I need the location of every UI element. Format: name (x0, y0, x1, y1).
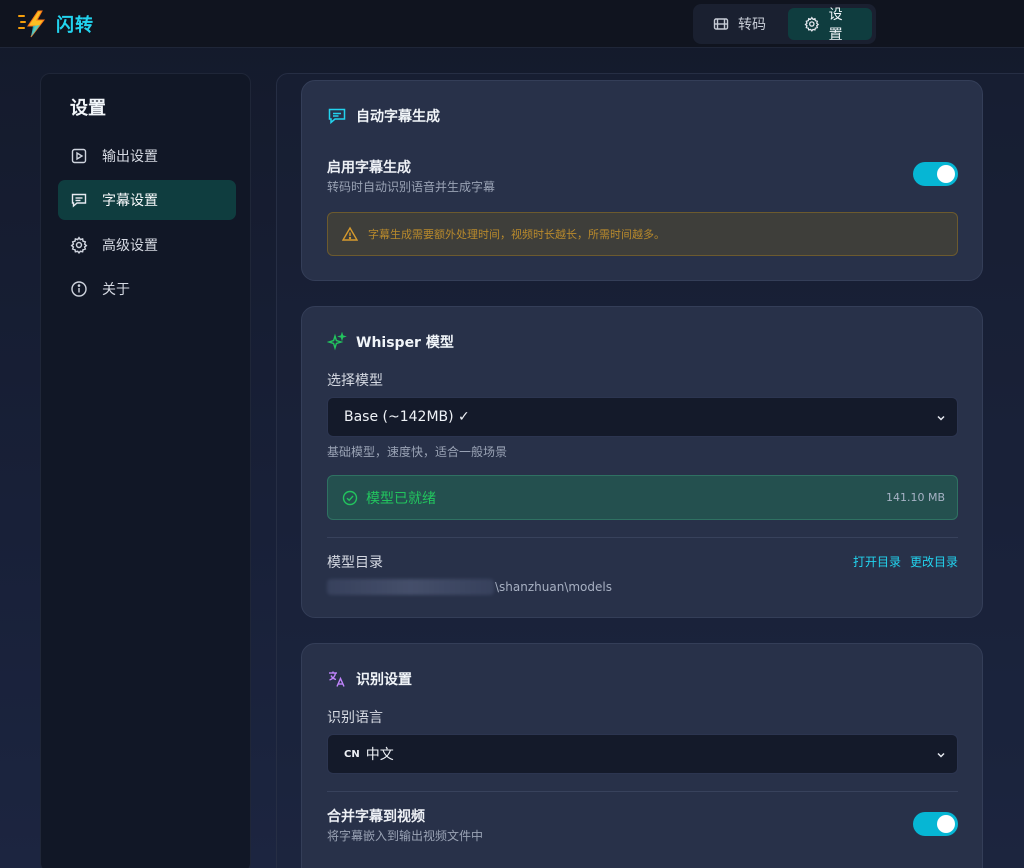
redacted-path-prefix (327, 579, 494, 595)
brand[interactable]: 闪转 (18, 9, 94, 39)
recognition-card-title: 识别设置 (356, 672, 412, 688)
sidebar-item-output[interactable]: 输出设置 (58, 136, 236, 176)
model-dir-label: 模型目录 (327, 555, 383, 571)
settings-sidebar: 设置 输出设置 字幕设置 高级设置 关于 (40, 73, 251, 868)
language-flag: CN (344, 748, 360, 760)
language-select[interactable]: CN 中文 (327, 734, 958, 774)
warning-text: 字幕生成需要额外处理时间，视频时长越长，所需时间越多。 (368, 228, 665, 241)
sidebar-item-advanced-label: 高级设置 (102, 238, 158, 254)
subtitle-card-header: 自动字幕生成 (327, 106, 440, 126)
sidebar-title: 设置 (70, 98, 106, 119)
merge-subtitle-toggle[interactable] (913, 812, 958, 836)
sparkles-icon (327, 332, 347, 351)
translate-icon (329, 671, 345, 687)
film-icon (713, 18, 729, 30)
tab-settings[interactable]: 设置 (787, 7, 872, 43)
app-name: 闪转 (56, 15, 94, 36)
model-size: 141.10 MB (885, 491, 945, 504)
model-dir-path-text: \shanzhuan\models (495, 580, 612, 594)
sidebar-item-advanced[interactable]: 高级设置 (58, 225, 236, 265)
subtitle-warning: 字幕生成需要额外处理时间，视频时长越长，所需时间越多。 (327, 212, 958, 256)
gear-icon (804, 16, 820, 32)
recognition-card-header: 识别设置 (327, 669, 412, 689)
change-dir-link[interactable]: 更改目录 (910, 553, 958, 570)
warning-icon (342, 226, 358, 241)
whisper-card-header: Whisper 模型 (327, 332, 454, 352)
chevron-down-icon (937, 752, 945, 758)
check-circle-icon (342, 490, 358, 505)
info-icon (71, 281, 87, 297)
subtitle-icon (71, 193, 87, 208)
model-description: 基础模型，速度快，适合一般场景 (327, 445, 508, 459)
divider (327, 791, 958, 792)
merge-subtitle-desc: 将字幕嵌入到输出视频文件中 (327, 829, 484, 843)
model-ready-status: 模型已就绪 141.10 MB (327, 475, 958, 520)
enable-subtitle-title: 启用字幕生成 (327, 160, 411, 176)
chevron-down-icon (937, 415, 945, 421)
enable-subtitle-desc: 转码时自动识别语音并生成字幕 (327, 180, 496, 194)
language-select-value: 中文 (365, 747, 394, 763)
recognition-settings-card: 识别设置 识别语言 CN 中文 合并字幕到视频 将字幕嵌入到输出视频文件中 (301, 643, 983, 868)
sidebar-item-subtitle-label: 字幕设置 (102, 193, 158, 209)
subtitle-generation-card: 自动字幕生成 启用字幕生成 转码时自动识别语音并生成字幕 字幕生成需要额外处理时… (301, 80, 983, 281)
whisper-model-card: Whisper 模型 选择模型 Base (~142MB) ✓ 基础模型，速度快… (301, 306, 983, 618)
model-select-label: 选择模型 (327, 373, 383, 389)
tab-transcode-label: 转码 (738, 17, 766, 33)
tab-transcode[interactable]: 转码 (697, 8, 784, 40)
gear-icon (70, 236, 88, 254)
sidebar-item-about[interactable]: 关于 (58, 269, 236, 309)
enable-subtitle-toggle[interactable] (913, 162, 958, 186)
open-dir-link[interactable]: 打开目录 (853, 553, 901, 570)
main-nav-tabs: 转码 设置 (693, 4, 876, 44)
model-select[interactable]: Base (~142MB) ✓ (327, 397, 958, 437)
model-select-value: Base (~142MB) ✓ (344, 409, 470, 425)
merge-subtitle-title: 合并字幕到视频 (327, 809, 425, 825)
subtitle-card-title: 自动字幕生成 (356, 109, 440, 125)
sidebar-item-about-label: 关于 (102, 282, 130, 298)
sidebar-item-output-label: 输出设置 (102, 149, 158, 165)
model-dir-actions: 打开目录 更改目录 (853, 553, 958, 570)
lightning-logo-icon (18, 10, 46, 38)
divider (327, 537, 958, 538)
sidebar-item-subtitle[interactable]: 字幕设置 (58, 180, 236, 220)
whisper-card-title: Whisper 模型 (356, 335, 454, 351)
video-file-icon (71, 148, 87, 164)
model-dir-path: \shanzhuan\models (327, 579, 612, 595)
model-ready-text: 模型已就绪 (366, 490, 436, 507)
subtitle-icon (328, 108, 346, 125)
tab-settings-label: 设置 (828, 7, 843, 43)
language-select-label: 识别语言 (327, 710, 383, 726)
top-bar: 闪转 转码 设置 (0, 0, 1024, 48)
